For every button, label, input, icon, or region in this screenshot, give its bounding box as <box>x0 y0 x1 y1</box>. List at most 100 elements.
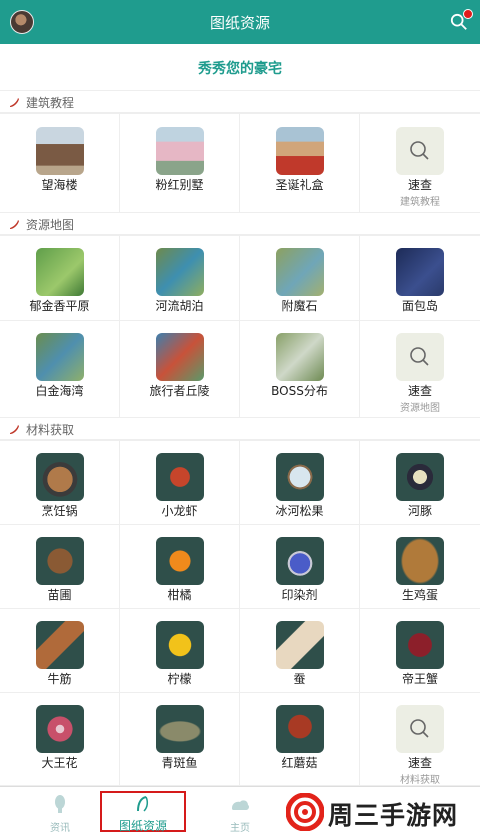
grid-row: 郁金香平原 河流胡泊 附魔石 面包岛 <box>0 236 480 321</box>
grid-item-nursery[interactable]: 苗圃 <box>0 525 120 608</box>
chili-icon <box>10 425 19 434</box>
item-thumbnail <box>276 127 324 175</box>
item-label: 生鸡蛋 <box>401 588 438 602</box>
grid-item-platinum-bay[interactable]: 白金海湾 <box>0 321 120 417</box>
building-grid: 望海楼 粉红别墅 圣诞礼盒 速查 建筑教程 <box>0 113 480 213</box>
item-thumbnail <box>396 537 444 585</box>
item-thumbnail <box>276 333 324 381</box>
item-thumbnail <box>36 537 84 585</box>
blueprint-icon <box>137 796 149 812</box>
item-thumbnail <box>156 453 204 501</box>
item-thumbnail <box>156 333 204 381</box>
item-thumbnail <box>36 333 84 381</box>
grid-item-traveler-hills[interactable]: 旅行者丘陵 <box>120 321 240 417</box>
grid-item-king-crab[interactable]: 帝王蟹 <box>360 609 480 692</box>
grid-item-quick-search-map[interactable]: 速查 资源地图 <box>360 321 480 417</box>
item-label: 粉红别墅 <box>155 178 204 192</box>
item-label: 附魔石 <box>281 299 318 313</box>
item-thumbnail <box>276 621 324 669</box>
item-thumbnail <box>396 453 444 501</box>
item-label: 红蘑菇 <box>281 756 318 770</box>
item-thumbnail <box>276 537 324 585</box>
search-icon <box>410 347 429 366</box>
item-label: 望海楼 <box>41 178 78 192</box>
search-thumbnail <box>396 705 444 753</box>
item-label: 旅行者丘陵 <box>149 384 210 398</box>
item-thumbnail <box>156 621 204 669</box>
item-label: 速查 <box>407 756 432 770</box>
item-label: 速查 <box>407 384 432 398</box>
map-grid: 郁金香平原 河流胡泊 附魔石 面包岛 白金海湾 旅行者丘陵 BOSS分布 速查 … <box>0 235 480 418</box>
chili-icon <box>10 98 19 107</box>
item-label: 牛筋 <box>47 672 72 686</box>
page-title: 图纸资源 <box>209 14 270 32</box>
grid-item-quick-search-building[interactable]: 速查 建筑教程 <box>360 114 480 212</box>
item-label: 冰河松果 <box>275 504 324 518</box>
item-thumbnail <box>36 127 84 175</box>
grid-item-lemon[interactable]: 柠檬 <box>120 609 240 692</box>
item-label: 速查 <box>407 178 432 192</box>
section-header-building: 建筑教程 <box>0 91 480 113</box>
grid-row: 烹饪锅 小龙虾 冰河松果 河豚 <box>0 441 480 525</box>
item-label: 柑橘 <box>167 588 192 602</box>
banner: 秀秀您的豪宅 <box>0 44 480 91</box>
grid-item-enchant-stone[interactable]: 附魔石 <box>240 236 360 320</box>
grid-item-quick-search-materials[interactable]: 速查 材料获取 <box>360 693 480 786</box>
grid-item-rafflesia[interactable]: 大王花 <box>0 693 120 785</box>
item-sublabel: 资源地图 <box>400 403 440 414</box>
watermark-text: 周三手游网 <box>328 801 459 830</box>
search-thumbnail <box>396 127 444 175</box>
grid-item-red-mushroom[interactable]: 红蘑菇 <box>240 693 360 785</box>
grid-item-glacier-pinecone[interactable]: 冰河松果 <box>240 441 360 524</box>
item-thumbnail <box>156 127 204 175</box>
item-label: 大王花 <box>41 756 78 770</box>
item-label: 河豚 <box>407 504 432 518</box>
grid-item-pufferfish[interactable]: 河豚 <box>360 441 480 524</box>
top-bar: 图纸资源 <box>0 0 480 44</box>
grid-item-tendon[interactable]: 牛筋 <box>0 609 120 692</box>
grid-item-christmas-box[interactable]: 圣诞礼盒 <box>240 114 360 212</box>
item-label: 烹饪锅 <box>41 504 78 518</box>
grid-row: 苗圃 柑橘 印染剂 生鸡蛋 <box>0 525 480 609</box>
section-header-map: 资源地图 <box>0 213 480 235</box>
item-label: 圣诞礼盒 <box>275 178 324 192</box>
grid-item-dye[interactable]: 印染剂 <box>240 525 360 608</box>
grid-item-bread-island[interactable]: 面包岛 <box>360 236 480 320</box>
grid-row: 望海楼 粉红别墅 圣诞礼盒 速查 建筑教程 <box>0 114 480 213</box>
grid-item-silkworm[interactable]: 蚕 <box>240 609 360 692</box>
grid-item-crayfish[interactable]: 小龙虾 <box>120 441 240 524</box>
grid-item-boss-distribution[interactable]: BOSS分布 <box>240 321 360 417</box>
item-thumbnail <box>156 248 204 296</box>
search-icon <box>410 719 429 738</box>
grid-item-pink-villa[interactable]: 粉红别墅 <box>120 114 240 212</box>
grid-row: 牛筋 柠檬 蚕 帝王蟹 <box>0 609 480 693</box>
item-thumbnail <box>276 705 324 753</box>
section-title: 材料获取 <box>26 423 75 437</box>
materials-grid: 烹饪锅 小龙虾 冰河松果 河豚 苗圃 柑橘 印染剂 生鸡蛋 牛筋 柠檬 蚕 帝王… <box>0 440 480 786</box>
grid-row: 大王花 青斑鱼 红蘑菇 速查 材料获取 <box>0 693 480 786</box>
item-label: BOSS分布 <box>271 384 328 398</box>
item-thumbnail <box>396 621 444 669</box>
grid-item-tulip-plain[interactable]: 郁金香平原 <box>0 236 120 320</box>
item-label: 郁金香平原 <box>29 299 90 313</box>
grid-item-citrus[interactable]: 柑橘 <box>120 525 240 608</box>
grid-row: 白金海湾 旅行者丘陵 BOSS分布 速查 资源地图 <box>0 321 480 418</box>
grid-item-cooking-pot[interactable]: 烹饪锅 <box>0 441 120 524</box>
grid-item-wanghailou[interactable]: 望海楼 <box>0 114 120 212</box>
item-label: 白金海湾 <box>35 384 84 398</box>
grid-item-grouper[interactable]: 青斑鱼 <box>120 693 240 785</box>
item-thumbnail <box>276 248 324 296</box>
grid-item-river-lake[interactable]: 河流胡泊 <box>120 236 240 320</box>
section-title: 建筑教程 <box>26 96 75 110</box>
tab-label: 图纸资源 <box>118 819 167 833</box>
item-sublabel: 建筑教程 <box>400 197 440 208</box>
item-label: 小龙虾 <box>161 504 198 518</box>
item-label: 面包岛 <box>401 299 438 313</box>
item-thumbnail <box>156 537 204 585</box>
grid-item-raw-egg[interactable]: 生鸡蛋 <box>360 525 480 608</box>
item-thumbnail <box>396 248 444 296</box>
search-icon <box>410 141 429 160</box>
item-label: 青斑鱼 <box>161 756 198 770</box>
watermark: 周三手游网 <box>280 787 480 835</box>
section-header-materials: 材料获取 <box>0 418 480 440</box>
